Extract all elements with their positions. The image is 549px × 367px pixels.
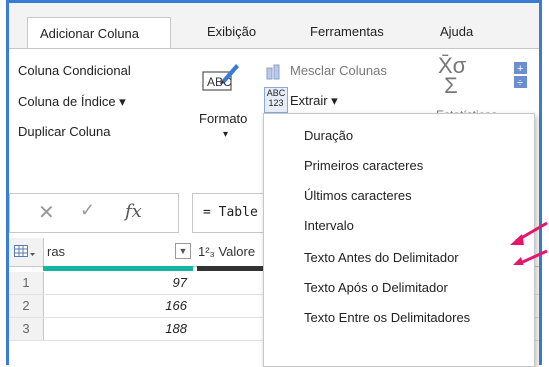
tab-ferramentas[interactable]: Ferramentas xyxy=(310,24,384,39)
column-filter-button[interactable]: ▼ xyxy=(175,243,191,259)
table-menu-button[interactable] xyxy=(9,238,44,266)
coluna-condicional-label: Coluna Condicional xyxy=(18,63,131,78)
mesclar-colunas-label: Mesclar Colunas xyxy=(290,63,387,78)
formula-buttons: ✕ ✓ fx xyxy=(9,193,179,233)
svg-text:÷: ÷ xyxy=(517,77,523,89)
mesclar-colunas-button[interactable]: Mesclar Colunas xyxy=(290,63,387,78)
tab-adicionar-coluna[interactable]: Adicionar Coluna xyxy=(27,17,171,52)
tab-label: Exibição xyxy=(207,24,257,39)
formato-button[interactable]: Formato xyxy=(199,111,247,126)
column-quality-bar-2 xyxy=(197,266,267,271)
table-cell[interactable]: 166 xyxy=(43,295,187,317)
formato-dropdown-arrow[interactable]: ▾ xyxy=(223,129,228,140)
tab-label: Ferramentas xyxy=(310,24,384,39)
formato-label: Formato xyxy=(199,111,248,126)
menu-item-texto-apos-delimitador[interactable]: Texto Após o Delimitador xyxy=(304,280,448,295)
window-frame: Adicionar Coluna Exibição Ferramentas Aj… xyxy=(0,0,549,367)
tab-exibicao[interactable]: Exibição xyxy=(207,24,256,39)
fx-icon[interactable]: fx xyxy=(125,201,142,222)
coluna-indice-label: Coluna de Índice ▾ xyxy=(18,94,126,109)
row-number: 3 xyxy=(9,318,44,340)
table-cell[interactable]: 188 xyxy=(43,318,187,340)
duplicar-coluna-label: Duplicar Coluna xyxy=(18,124,111,139)
menu-item-texto-antes-delimitador[interactable]: Texto Antes do Delimitador xyxy=(304,250,459,265)
column-header-2[interactable]: 1²₃ Valore xyxy=(198,244,255,259)
menu-item-ultimos-caracteres[interactable]: Últimos caracteres xyxy=(304,188,412,203)
extrair-icon: ABC 123 xyxy=(264,87,288,113)
menu-item-duracao[interactable]: Duração xyxy=(304,128,353,143)
coluna-indice-button[interactable]: Coluna de Índice ▾ xyxy=(18,94,126,110)
ribbon-tabs: Adicionar Coluna Exibição Ferramentas Aj… xyxy=(9,3,539,52)
row-number: 1 xyxy=(9,272,44,294)
annotation-arrows xyxy=(510,221,548,265)
padrao-icon: + ÷ xyxy=(514,62,527,89)
extrair-label: Extrair ▾ xyxy=(290,93,338,108)
tab-ajuda[interactable]: Ajuda xyxy=(440,24,473,39)
formula-text: = Table xyxy=(203,205,258,220)
menu-item-intervalo[interactable]: Intervalo xyxy=(304,218,354,233)
extrair-button[interactable]: Extrair ▾ xyxy=(290,93,338,109)
extrair-icon-text: ABC 123 xyxy=(266,88,286,108)
column-header-1[interactable]: ras xyxy=(47,244,65,259)
mesclar-colunas-icon xyxy=(266,64,280,80)
table-icon xyxy=(14,245,35,257)
coluna-condicional-button[interactable]: Coluna Condicional xyxy=(18,63,131,78)
confirm-icon[interactable]: ✓ xyxy=(80,200,95,221)
column-quality-bar xyxy=(43,266,193,271)
tab-label: Ajuda xyxy=(440,24,474,39)
formato-abc-icon: ABC xyxy=(202,64,239,91)
tab-label: Adicionar Coluna xyxy=(40,26,140,41)
row-number: 2 xyxy=(9,295,44,317)
menu-item-primeiros-caracteres[interactable]: Primeiros caracteres xyxy=(304,158,423,173)
cancel-icon[interactable]: ✕ xyxy=(38,200,55,225)
menu-item-texto-entre-delimitadores[interactable]: Texto Entre os Delimitadores xyxy=(304,310,470,325)
table-cell[interactable]: 97 xyxy=(43,272,187,294)
estatisticas-sigma-icon: X̄σ Σ xyxy=(438,53,467,98)
duplicar-coluna-button[interactable]: Duplicar Coluna xyxy=(18,124,111,139)
svg-text:+: + xyxy=(517,63,523,75)
frame-right-border xyxy=(539,0,542,365)
